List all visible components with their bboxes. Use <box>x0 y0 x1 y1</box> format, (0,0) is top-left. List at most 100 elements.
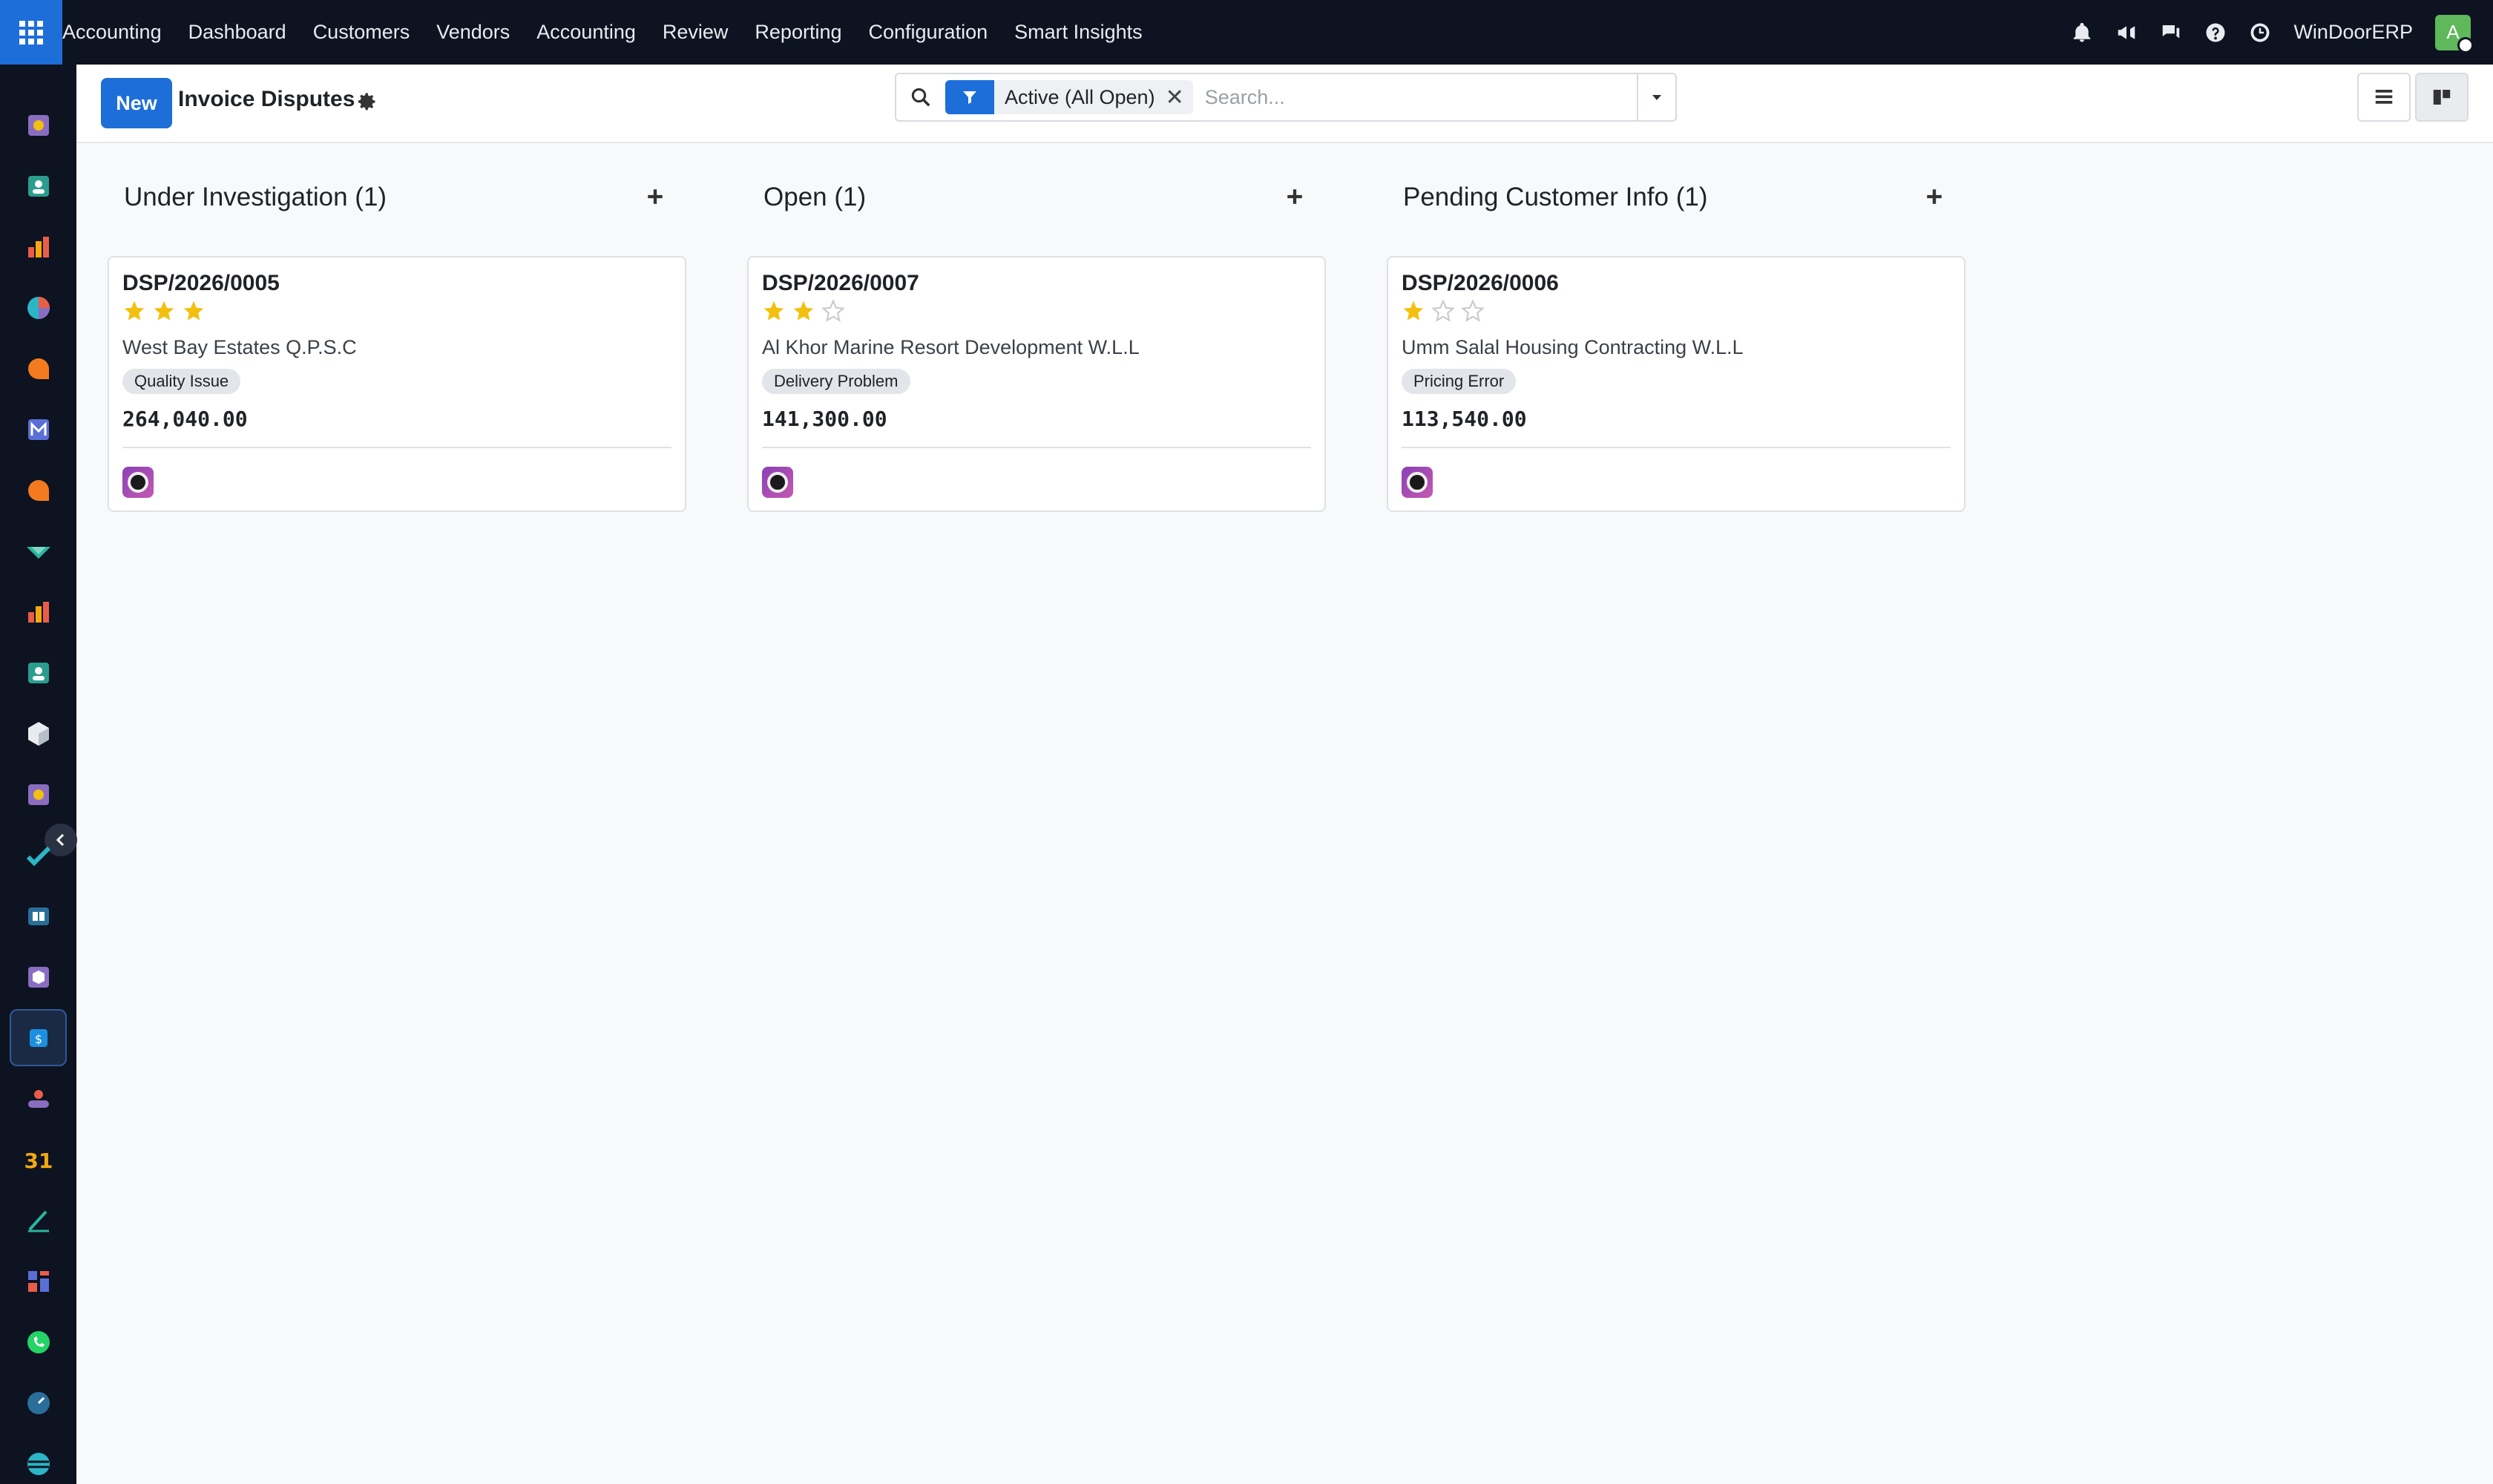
category-tag: Pricing Error <box>1402 369 1517 394</box>
star-empty-icon[interactable] <box>821 299 845 323</box>
menu-configuration[interactable]: Configuration <box>855 0 1002 65</box>
bell-icon[interactable] <box>2071 22 2093 44</box>
sidebar-app-19[interactable] <box>10 1192 67 1249</box>
user-avatar[interactable]: A <box>2435 14 2474 53</box>
facet-label: Active (All Open) <box>1005 85 1155 108</box>
kanban-card[interactable]: DSP/2026/0007 Al Khor Marine Resort Deve… <box>747 256 1326 512</box>
systray: WinDoorERP A <box>2071 0 2474 65</box>
sidebar-app-16[interactable]: $ <box>10 1009 67 1066</box>
priority-stars[interactable] <box>122 299 206 323</box>
view-switcher <box>2357 73 2469 122</box>
search-icon[interactable] <box>896 86 945 108</box>
menu-smart-insights[interactable]: Smart Insights <box>1001 0 1156 65</box>
category-tag: Quality Issue <box>122 369 241 394</box>
sidebar-app-14[interactable] <box>10 887 67 945</box>
sidebar-app-11[interactable] <box>10 705 67 762</box>
avatar[interactable] <box>1402 467 1433 498</box>
menu-customers[interactable]: Customers <box>300 0 424 65</box>
reporting-icon <box>27 236 49 257</box>
app-name[interactable]: Accounting <box>62 0 175 65</box>
menu-reporting[interactable]: Reporting <box>741 0 855 65</box>
sidebar-app-2[interactable] <box>10 157 67 214</box>
sidebar-app-23[interactable] <box>10 1435 67 1484</box>
card-divider <box>1402 447 1951 448</box>
main-menu: Accounting Dashboard Customers Vendors A… <box>62 0 1156 65</box>
sidebar-app-13[interactable] <box>10 827 67 884</box>
star-empty-icon[interactable] <box>1461 299 1485 323</box>
plus-icon <box>1287 189 1302 204</box>
apps-menu-button[interactable] <box>0 0 62 65</box>
sidebar-app-12[interactable] <box>10 766 67 823</box>
livechat-icon <box>27 479 49 501</box>
team-icon <box>27 1089 49 1108</box>
user-initial: A <box>2446 21 2460 43</box>
quick-create-button[interactable] <box>1919 182 1949 211</box>
menu-vendors[interactable]: Vendors <box>423 0 523 65</box>
pie-icon <box>27 296 50 319</box>
search-options-toggle[interactable] <box>1637 74 1675 120</box>
sidebar-app-15[interactable] <box>10 948 67 1005</box>
star-filled-icon[interactable] <box>122 299 146 323</box>
sidebar-app-3[interactable] <box>10 218 67 275</box>
control-panel: New Invoice Disputes Active (All Open) ✕ <box>76 65 2493 143</box>
card-divider <box>122 447 671 448</box>
quick-create-button[interactable] <box>640 182 670 211</box>
kanban-card[interactable]: DSP/2026/0005 West Bay Estates Q.P.S.C Q… <box>108 256 686 512</box>
priority-stars[interactable] <box>762 299 845 323</box>
sidebar-app-8[interactable] <box>10 522 67 580</box>
star-empty-icon[interactable] <box>1431 299 1455 323</box>
card-amount: 264,040.00 <box>122 407 248 431</box>
chat-icon[interactable] <box>2160 22 2182 44</box>
sidebar-app-5[interactable] <box>10 340 67 397</box>
app-icon-2 <box>27 784 49 805</box>
gear-icon[interactable] <box>357 91 378 112</box>
megaphone-icon[interactable] <box>2115 22 2138 44</box>
star-filled-icon[interactable] <box>1402 299 1425 323</box>
menu-review[interactable]: Review <box>649 0 742 65</box>
sidebar-app-10[interactable] <box>10 644 67 701</box>
priority-stars[interactable] <box>1402 299 1485 323</box>
column-header[interactable]: Under Investigation (1) <box>124 183 387 212</box>
status-dot <box>2457 36 2474 53</box>
menu-accounting[interactable]: Accounting <box>523 0 649 65</box>
star-filled-icon[interactable] <box>182 299 206 323</box>
list-icon <box>2375 90 2393 104</box>
search-bar: Active (All Open) ✕ <box>895 73 1677 122</box>
company-name[interactable]: WinDoorERP <box>2293 21 2413 44</box>
clock-icon[interactable] <box>2249 22 2271 44</box>
plus-icon <box>648 189 663 204</box>
sidebar-app-22[interactable] <box>10 1374 67 1431</box>
sidebar-app-4[interactable] <box>10 279 67 336</box>
sidebar-app-21[interactable] <box>10 1313 67 1370</box>
sidebar-app-9[interactable] <box>10 583 67 640</box>
website-icon <box>27 1452 50 1475</box>
check-icon <box>26 546 50 559</box>
star-filled-icon[interactable] <box>762 299 786 323</box>
menu-dashboard[interactable]: Dashboard <box>175 0 300 65</box>
sidebar-app-7[interactable] <box>10 462 67 519</box>
quick-create-button[interactable] <box>1280 182 1310 211</box>
avatar[interactable] <box>762 467 793 498</box>
kanban-view-button[interactable] <box>2415 73 2469 122</box>
avatar[interactable] <box>122 467 154 498</box>
sidebar-app-17[interactable] <box>10 1070 67 1127</box>
new-button[interactable]: New <box>101 78 172 128</box>
sidebar-app-6[interactable] <box>10 401 67 458</box>
bar-icon <box>27 601 49 623</box>
help-icon[interactable] <box>2204 22 2227 44</box>
column-header[interactable]: Pending Customer Info (1) <box>1403 183 1707 212</box>
project-icon <box>26 846 50 866</box>
sidebar-app-18[interactable]: 31 <box>10 1131 67 1188</box>
sidebar-app-20[interactable] <box>10 1252 67 1310</box>
facet-remove-icon[interactable]: ✕ <box>1166 85 1193 111</box>
column-header[interactable]: Open (1) <box>763 183 866 212</box>
search-input[interactable] <box>1204 85 1637 109</box>
star-filled-icon[interactable] <box>792 299 815 323</box>
sidebar-app-1[interactable] <box>10 96 67 154</box>
star-filled-icon[interactable] <box>152 299 176 323</box>
list-view-button[interactable] <box>2357 73 2411 122</box>
accounting-icon: $ <box>29 1028 47 1047</box>
card-partner: Al Khor Marine Resort Development W.L.L <box>762 336 1140 358</box>
kanban-card[interactable]: DSP/2026/0006 Umm Salal Housing Contract… <box>1387 256 1965 512</box>
packages-icon <box>27 966 49 988</box>
